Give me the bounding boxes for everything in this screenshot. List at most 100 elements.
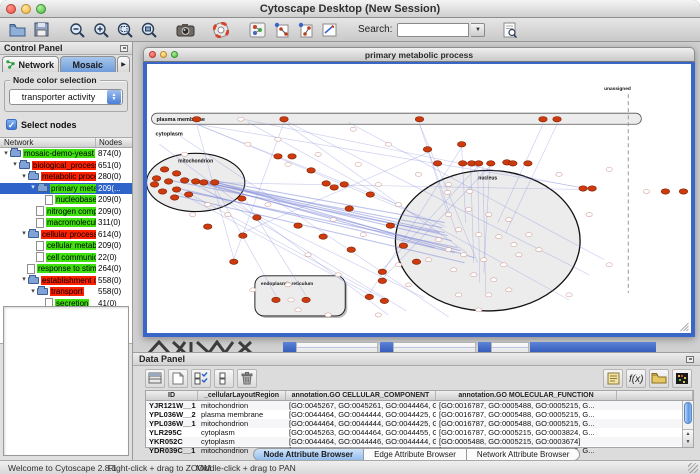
tree-row-biological-process[interactable]: ▾biological_process651(0) (0, 160, 132, 172)
cell[interactable]: YKR052C (146, 437, 198, 446)
col-cellular-component[interactable]: annotation.GO CELLULAR_COMPONENT (286, 391, 436, 400)
search-input[interactable] (397, 23, 469, 37)
attribute-notes-button[interactable] (603, 369, 623, 388)
tree-header-network[interactable]: Network (0, 138, 96, 147)
cell[interactable]: [GO:0045267, GO:0045261, GO:0044464, G..… (286, 401, 436, 410)
tree-row-macromolecule[interactable]: macromolecule311(0) (0, 217, 132, 229)
tree-row-response-to-stimulu[interactable]: response to stimulu264(0) (0, 263, 132, 275)
tree-row-cell-communicat[interactable]: cell communicat22(0) (0, 252, 132, 264)
annotations-button[interactable] (318, 20, 340, 40)
window-titlebar[interactable]: Cytoscape Desktop (New Session) (0, 0, 700, 18)
tree-row-mosaic-demo-yeast[interactable]: ▾mosaic-demo-yeast874(0) (0, 148, 132, 160)
birdseye-view-panel[interactable] (3, 306, 129, 456)
expand-arrow-icon[interactable]: ▾ (11, 161, 19, 169)
save-session-button[interactable] (30, 20, 52, 40)
plasma-membrane-region[interactable] (152, 113, 642, 124)
tabs-overflow-arrow[interactable]: ▶ (117, 56, 130, 72)
table-row-ylr295c[interactable]: YLR295Ccytoplasm[GO:0045263, GO:0044464,… (146, 428, 693, 437)
tree-row-nucleobase-c[interactable]: nucleobase-c209(0) (0, 194, 132, 206)
table-scrollbar[interactable]: ▲▼ (682, 401, 693, 447)
background-window-edge[interactable] (283, 342, 296, 352)
cell[interactable]: [GO:0016787, GO:0005488, GO:0005215, G..… (436, 419, 617, 428)
zoom-fit-button[interactable] (114, 20, 136, 40)
network-canvas[interactable]: plasma membrane cytoplasm mitochondrion … (147, 64, 691, 333)
tree-row-establishment-of-lo[interactable]: ▾establishment of lo558(0) (0, 275, 132, 287)
help-button[interactable] (210, 20, 232, 40)
expand-arrow-icon[interactable]: ▾ (2, 150, 10, 158)
background-window-edge[interactable] (530, 342, 656, 352)
table-row-yjr121w-1[interactable]: YJR121W__1mitochondrion[GO:0045267, GO:0… (146, 401, 693, 410)
import-attributes-button[interactable] (649, 369, 669, 388)
background-window-edge[interactable] (380, 342, 393, 352)
tree-row-cellular-metabo[interactable]: cellular metabo209(0) (0, 240, 132, 252)
cell[interactable]: [GO:0044464, GO:0044444, GO:0044425, G..… (286, 410, 436, 419)
attribute-table-button[interactable] (145, 369, 165, 388)
cell[interactable]: YPL036W__2 (146, 410, 198, 419)
resize-grip[interactable] (688, 463, 698, 473)
float-data-panel-icon[interactable] (686, 356, 694, 363)
zoom-in-button[interactable] (90, 20, 112, 40)
table-row-ykr052c[interactable]: YKR052Ccytoplasm[GO:0044464, GO:0044446,… (146, 437, 693, 446)
col-region[interactable]: _cellularLayoutRegion (198, 391, 286, 400)
float-panel-icon[interactable] (120, 45, 128, 52)
expand-arrow-icon[interactable]: ▾ (29, 288, 37, 296)
attribute-equation-button[interactable]: f(x) (626, 369, 646, 388)
search-dropdown-arrow[interactable]: ▼ (471, 23, 485, 37)
col-id[interactable]: ID (146, 391, 198, 400)
expand-arrow-icon[interactable]: ▾ (20, 173, 28, 181)
node-color-dropdown[interactable]: transporter activity ▲▼ (9, 89, 123, 105)
open-file-button[interactable] (6, 20, 28, 40)
create-attribute-button[interactable] (168, 369, 188, 388)
cell[interactable]: YJR121W__1 (146, 401, 198, 410)
snapshot-button[interactable] (174, 20, 196, 40)
vizmapper-button[interactable] (246, 20, 268, 40)
cell[interactable]: mitochondrion (198, 419, 286, 428)
cell[interactable]: [GO:0005488, GO:0005215, GO:0003674] (436, 437, 617, 446)
scrollbar-arrows[interactable]: ▲▼ (683, 429, 693, 447)
tree-row-transport[interactable]: ▾transport558(0) (0, 286, 132, 298)
cell[interactable]: [GO:0044464, GO:0044444, GO:0044425, G..… (286, 419, 436, 428)
background-window[interactable] (491, 342, 529, 352)
tree-row-metabolic-process[interactable]: ▾metabolic process280(0) (0, 171, 132, 183)
table-row-ypl036w-1[interactable]: YPL036W__1mitochondrion[GO:0044464, GO:0… (146, 419, 693, 428)
cell[interactable]: YPL036W__1 (146, 419, 198, 428)
canvas-resize-grip[interactable] (680, 323, 688, 331)
table-row-ypl036w-2[interactable]: YPL036W__2plasma membrane[GO:0044464, GO… (146, 410, 693, 419)
cell[interactable]: [GO:0045263, GO:0044464, GO:0044455, G..… (286, 428, 436, 437)
apply-layout-a-button[interactable] (270, 20, 292, 40)
tree-row-primary-metabo[interactable]: ▾primary metabo209(... (0, 183, 132, 195)
expand-arrow-icon[interactable]: ▾ (20, 230, 28, 238)
network-window-titlebar[interactable]: primary metabolic process (143, 47, 695, 62)
background-window-edge[interactable] (478, 342, 491, 352)
cell[interactable]: plasma membrane (198, 410, 286, 419)
tab-mosaic[interactable]: Mosaic (60, 56, 117, 72)
attribute-table-header[interactable]: ID _cellularLayoutRegion annotation.GO C… (146, 391, 693, 401)
expand-arrow-icon[interactable]: ▾ (20, 276, 28, 284)
cell[interactable]: cytoplasm (198, 428, 286, 437)
tree-row-cellular-process[interactable]: ▾cellular process614(0) (0, 229, 132, 241)
attribute-matrix-button[interactable] (672, 369, 692, 388)
cell[interactable]: [GO:0016787, GO:0005488, GO:0005215, G..… (436, 401, 617, 410)
background-window[interactable] (296, 342, 378, 352)
background-window[interactable] (393, 342, 476, 352)
cell[interactable]: cytoplasm (198, 437, 286, 446)
apply-layout-b-button[interactable] (294, 20, 316, 40)
expand-arrow-icon[interactable]: ▾ (29, 184, 37, 192)
zoom-out-button[interactable] (66, 20, 88, 40)
cell[interactable]: YLR295C (146, 428, 198, 437)
select-attributes-button[interactable] (191, 369, 211, 388)
zoom-selected-button[interactable] (138, 20, 160, 40)
advanced-search-button[interactable] (499, 20, 521, 40)
unselect-attributes-button[interactable] (214, 369, 234, 388)
tree-header-nodes[interactable]: Nodes (96, 138, 132, 147)
cell[interactable]: [GO:0016787, GO:0005215, GO:0003824, G..… (436, 428, 617, 437)
cell[interactable]: [GO:0016787, GO:0005488, GO:0005215, G..… (436, 410, 617, 419)
scrollbar-thumb[interactable] (684, 402, 692, 424)
cell[interactable]: [GO:0044464, GO:0044446, GO:0044444, G..… (286, 437, 436, 446)
delete-attribute-button[interactable] (237, 369, 257, 388)
tab-network[interactable]: Network (2, 56, 59, 72)
col-molecular-function[interactable]: annotation.GO MOLECULAR_FUNCTION (436, 391, 617, 400)
cell[interactable]: mitochondrion (198, 401, 286, 410)
select-nodes-checkbox[interactable]: ✓ (6, 119, 17, 130)
tree-row-nitrogen-compo[interactable]: nitrogen compo209(0) (0, 206, 132, 218)
